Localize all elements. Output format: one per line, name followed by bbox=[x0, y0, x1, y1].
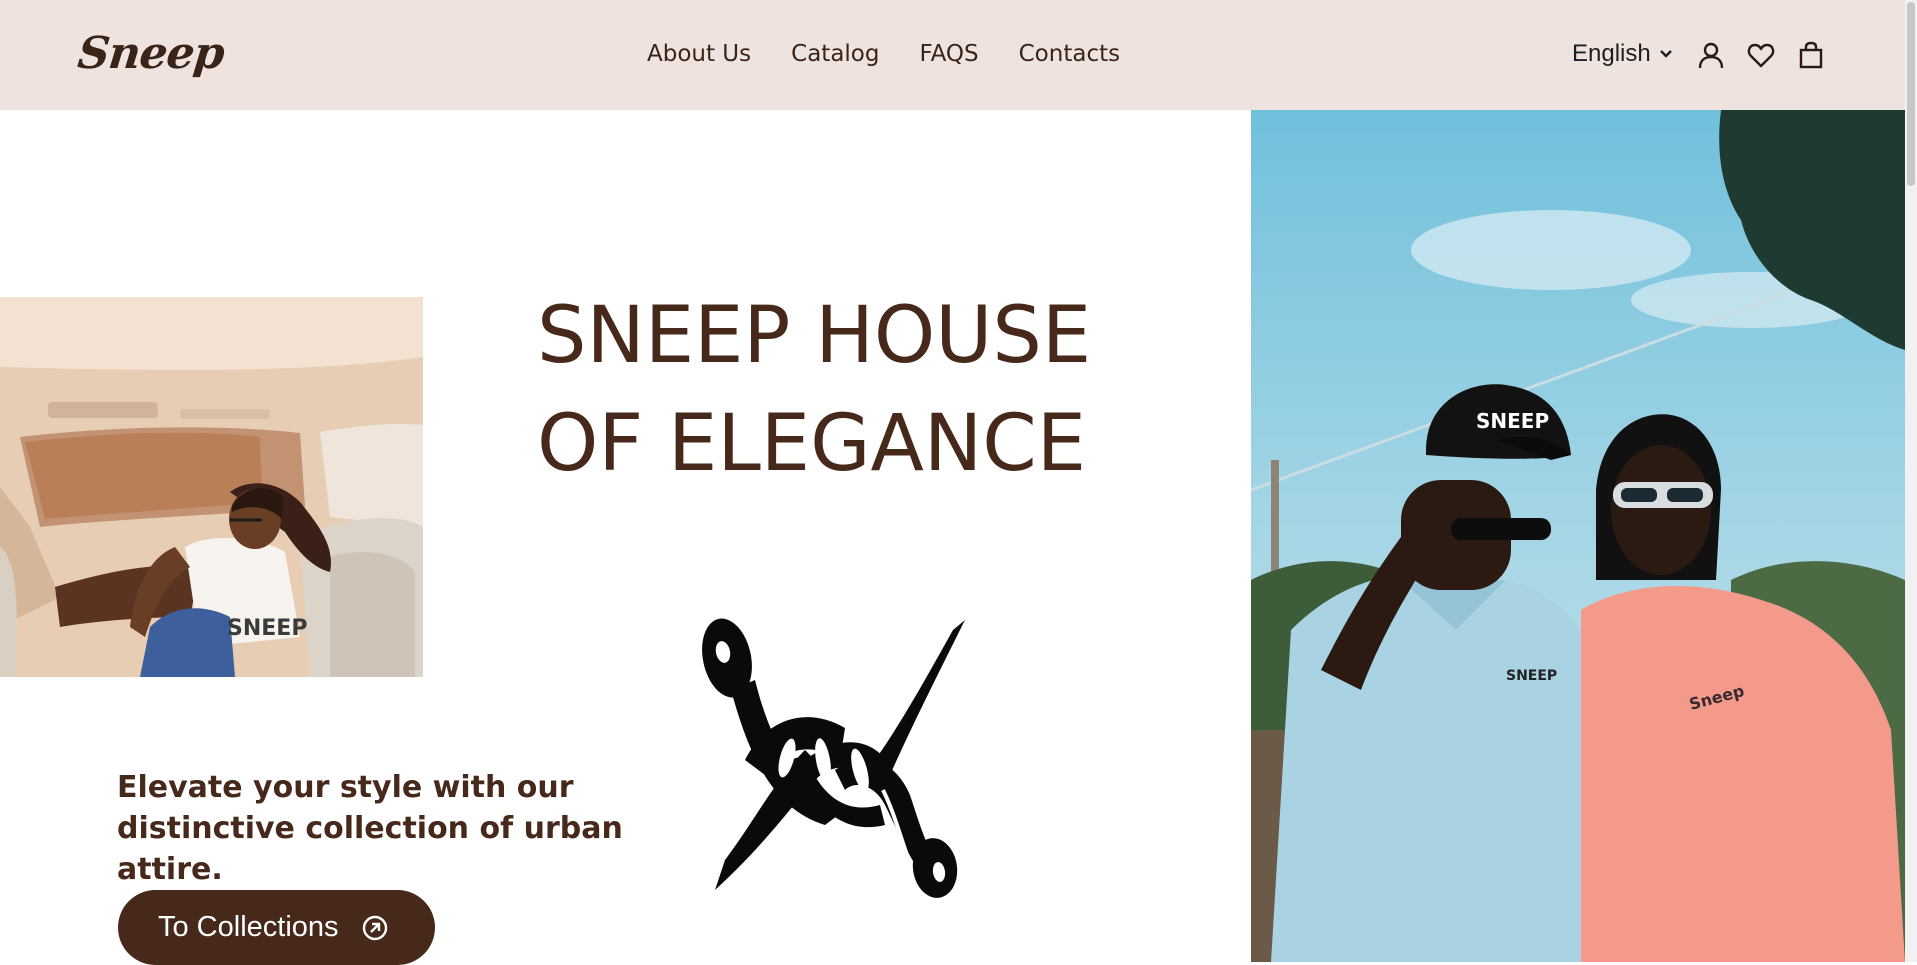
user-icon[interactable] bbox=[1696, 40, 1726, 70]
left-shirt-print: SNEEP bbox=[227, 616, 307, 641]
heart-icon[interactable] bbox=[1746, 40, 1776, 70]
polo-print: SNEEP bbox=[1506, 668, 1557, 684]
site-header: Sneep About Us Catalog FAQS Contacts Eng… bbox=[0, 0, 1905, 110]
nav-about-us[interactable]: About Us bbox=[647, 41, 751, 67]
hero-title-line-1: SNEEP HOUSE bbox=[537, 291, 1092, 381]
language-selector[interactable]: English bbox=[1572, 40, 1673, 68]
language-label: English bbox=[1572, 40, 1651, 67]
nav-faqs[interactable]: FAQS bbox=[919, 41, 978, 67]
page-scrollbar[interactable] bbox=[1905, 0, 1917, 962]
nav-catalog[interactable]: Catalog bbox=[791, 41, 879, 67]
arrow-up-right-circle-icon bbox=[361, 914, 389, 942]
shopping-bag-icon[interactable] bbox=[1796, 40, 1826, 70]
main-nav: About Us Catalog FAQS Contacts bbox=[647, 41, 1120, 67]
logo[interactable]: Sneep bbox=[75, 28, 226, 79]
nav-contacts[interactable]: Contacts bbox=[1019, 41, 1120, 67]
to-collections-button[interactable]: To Collections bbox=[118, 890, 435, 965]
photo-woman-in-car: SNEEP bbox=[0, 297, 423, 677]
chevron-down-icon bbox=[1659, 49, 1673, 59]
scrollbar-thumb[interactable] bbox=[1907, 2, 1915, 186]
hero-tagline: Elevate your style with our distinctive … bbox=[117, 770, 623, 887]
to-collections-label: To Collections bbox=[158, 911, 339, 943]
hero-title-line-2: OF ELEGANCE bbox=[537, 399, 1086, 489]
photo-models-outdoors: SNEEP SNEEP Sneep bbox=[1251, 110, 1905, 962]
brand-mark-snake-icon bbox=[695, 610, 980, 900]
hero-title: SNEEP HOUSE OF ELEGANCE bbox=[537, 282, 1091, 498]
cap-print: SNEEP bbox=[1476, 409, 1549, 433]
